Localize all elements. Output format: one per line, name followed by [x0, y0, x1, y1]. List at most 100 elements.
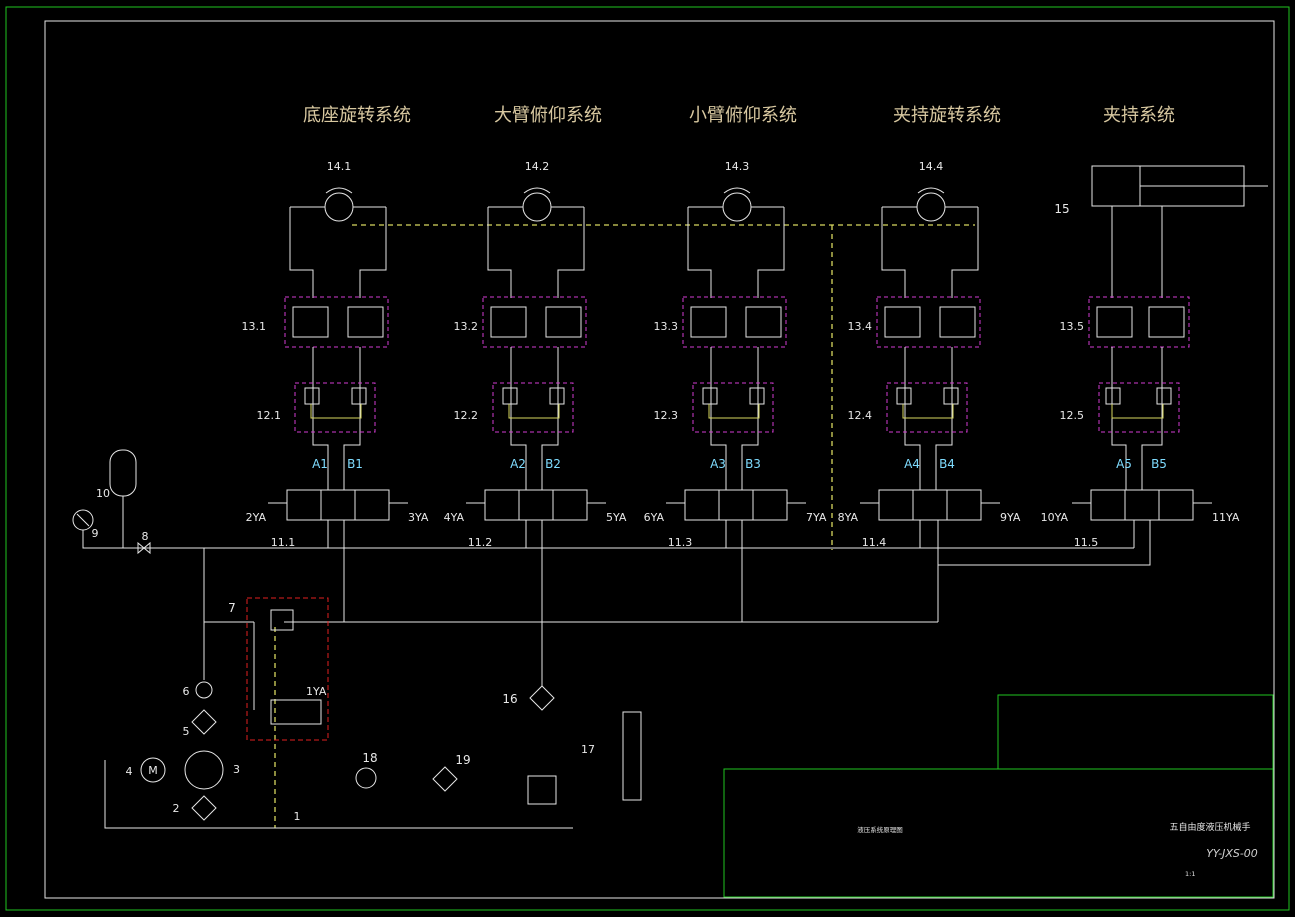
- sol-right: 11YA: [1212, 511, 1240, 524]
- title-clamp: 夹持系统: [1103, 105, 1175, 126]
- dir-valve-mid: [320, 489, 356, 521]
- hydraulic-motor-icon: [522, 192, 552, 222]
- dir-valve-right: [1158, 489, 1194, 521]
- return-line: [284, 520, 1151, 686]
- lock-pilot: [708, 404, 760, 419]
- dir-valve-mid: [1124, 489, 1160, 521]
- dir-valve-left: [684, 489, 720, 521]
- main-lines: [90, 520, 1151, 710]
- throttle-left: [1096, 306, 1133, 338]
- motor-label-14-4: 14.4: [919, 160, 944, 173]
- subsystem-4: 14.4 13.4 12.4 A4 B4 8YA 9YA 11.4: [838, 160, 1021, 549]
- sol-left: 6YA: [644, 511, 665, 524]
- cooler-body-icon: [527, 775, 557, 805]
- throttle-right: [1148, 306, 1185, 338]
- dir-valve-left: [286, 489, 322, 521]
- valve-label: 11.1: [271, 536, 296, 549]
- cylinder-label: 15: [1054, 202, 1069, 216]
- return17-label: 17: [581, 743, 595, 756]
- lock-label: 12.3: [654, 409, 679, 422]
- product-name: 五自由度液压机械手: [1169, 821, 1250, 833]
- dir-valve-mid: [718, 489, 754, 521]
- title-clamp-rotation: 夹持旋转系统: [893, 105, 1001, 126]
- throttle-label: 13.1: [242, 320, 267, 333]
- title-block: 液压系统原理图 五自由度液压机械手 YY-JXS-00 1:1: [723, 694, 1274, 898]
- gauge-label: 9: [92, 527, 99, 540]
- lock-left: [702, 387, 718, 405]
- relief-valve-group: 7 1YA: [228, 597, 329, 741]
- title-small-arm: 小臂俯仰系统: [689, 105, 797, 126]
- lock-left: [896, 387, 912, 405]
- rotation-arrow-icon: [523, 187, 551, 194]
- sol-left: 10YA: [1041, 511, 1069, 524]
- air-filter-icon: [432, 766, 458, 792]
- motor-label-14-1: 14.1: [327, 160, 352, 173]
- hydraulic-lock-box: [886, 382, 968, 433]
- supply-line: [203, 548, 255, 710]
- sol-right: 9YA: [1000, 511, 1021, 524]
- lock-pilot: [508, 404, 560, 419]
- cooler19-label: 19: [455, 753, 470, 767]
- return-filter-icon: [529, 685, 555, 711]
- throttle-label: 13.4: [848, 320, 873, 333]
- table-frame-right: [997, 694, 1274, 770]
- sol-left: 2YA: [246, 511, 267, 524]
- lock-label: 12.2: [454, 409, 479, 422]
- lock-right: [351, 387, 367, 405]
- hydraulic-lock-box: [294, 382, 376, 433]
- pump3-label: 3: [233, 763, 240, 776]
- throttle-valve-box: [876, 296, 981, 348]
- port-a: A2: [510, 457, 526, 471]
- throttle-left: [292, 306, 329, 338]
- valve-label: 11.2: [468, 536, 493, 549]
- level-gauge-icon: [622, 711, 642, 801]
- lock-pilot: [1111, 404, 1164, 419]
- throttle-label: 13.3: [654, 320, 679, 333]
- subsystem-5: 15 13.5 12.5 A5 B5 10YA 11YA 11.5: [1041, 165, 1268, 549]
- hydraulic-lock-box: [492, 382, 574, 433]
- throttle-valve-box: [682, 296, 787, 348]
- motor-label-14-3: 14.3: [725, 160, 750, 173]
- sol-right: 7YA: [806, 511, 827, 524]
- scale: 1:1: [1185, 870, 1195, 878]
- dir-valve-right: [354, 489, 390, 521]
- lock-label: 12.1: [257, 409, 282, 422]
- throttle-left: [690, 306, 727, 338]
- valve-label: 11.3: [668, 536, 693, 549]
- lock-left: [304, 387, 320, 405]
- throttle-label: 13.5: [1060, 320, 1085, 333]
- lock-label: 12.4: [848, 409, 873, 422]
- cylinder-rod: [1111, 166, 1268, 298]
- port-b: B5: [1151, 457, 1167, 471]
- accumulator-label: 10: [96, 487, 110, 500]
- valve-label: 11.4: [862, 536, 887, 549]
- supply-components: 10 9 8: [72, 449, 151, 555]
- motor-label-14-2: 14.2: [525, 160, 550, 173]
- hydraulic-lock-box: [1098, 382, 1180, 433]
- rotation-arrow-icon: [325, 187, 353, 194]
- dir-valve-left: [1090, 489, 1126, 521]
- valve8-label: 8: [142, 530, 149, 543]
- valve-label: 11.5: [1074, 536, 1099, 549]
- lock-right: [1156, 387, 1172, 405]
- thermometer-icon: [355, 767, 377, 789]
- relief-valve: [270, 609, 294, 631]
- hydraulic-motor-icon: [916, 192, 946, 222]
- dir-valve-right: [552, 489, 588, 521]
- dir-valve-mid: [518, 489, 554, 521]
- lock-pilot: [310, 404, 362, 419]
- title-base-rotation: 底座旋转系统: [303, 105, 411, 126]
- subsystem-2: 14.2 13.2 12.2 A2 B2 4YA 5YA 11.2: [444, 160, 627, 549]
- lock-left: [1105, 387, 1121, 405]
- rotation-arrow-icon: [917, 187, 945, 194]
- hydraulic-lock-box: [692, 382, 774, 433]
- hydraulic-motor-icon: [722, 192, 752, 222]
- throttle-left: [884, 306, 921, 338]
- check-valve-icon: [195, 681, 213, 699]
- tank-line: [104, 760, 573, 829]
- port-b: B2: [545, 457, 561, 471]
- inner-frame: [44, 20, 1275, 899]
- gauge-line: [76, 513, 90, 549]
- outer-frame: [5, 6, 1290, 911]
- sol1-label: 1YA: [306, 685, 327, 698]
